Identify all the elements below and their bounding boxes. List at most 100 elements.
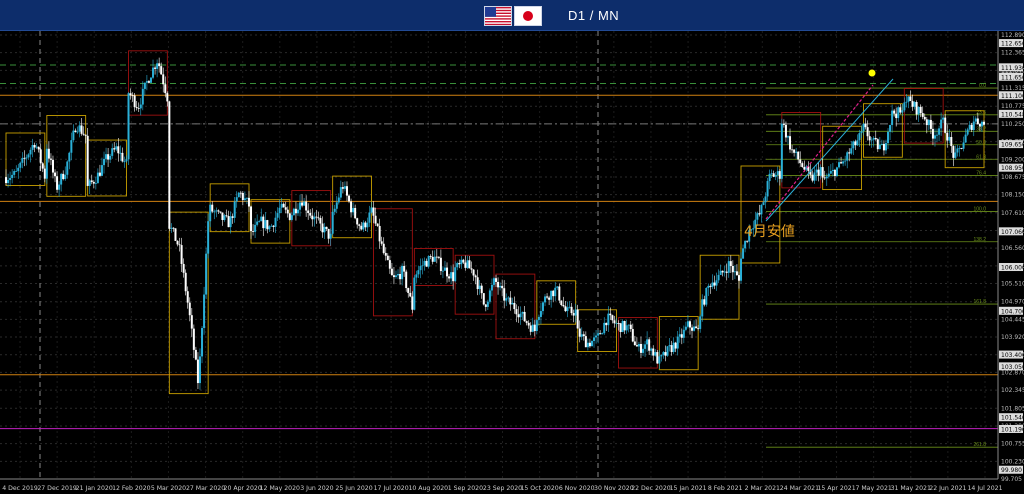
candle-body <box>831 169 834 172</box>
candle-body <box>721 270 724 273</box>
candle-body <box>141 88 144 105</box>
candle-body <box>376 223 379 226</box>
candle-body <box>719 270 722 275</box>
candle-body <box>358 224 361 226</box>
candle-body <box>313 216 316 220</box>
candle-body <box>429 256 432 257</box>
price-tick-label: 103.920 <box>1001 334 1024 341</box>
candle-body <box>815 169 818 173</box>
candle-body <box>527 322 530 326</box>
price-tag: 109.650 <box>999 140 1024 149</box>
price-tick-label: 107.610 <box>1001 210 1024 217</box>
candle-body <box>86 135 89 186</box>
candle-body <box>691 327 694 331</box>
candle-body <box>309 213 312 216</box>
candle-body <box>156 63 159 69</box>
candle-body <box>392 275 395 278</box>
candle-body <box>521 311 524 314</box>
candle-body <box>262 216 265 229</box>
candle-body <box>662 352 665 355</box>
candle-body <box>982 121 985 125</box>
candle-body <box>605 322 608 326</box>
fib-label: 61.8 <box>976 154 986 160</box>
candle-body <box>852 141 855 149</box>
candle-body <box>923 116 926 120</box>
candle-body <box>768 173 771 182</box>
time-tick-label: 2 Mar 2021 <box>745 485 780 492</box>
candle-body <box>178 244 181 246</box>
price-tick-label: 104.445 <box>1001 316 1024 323</box>
time-tick-label: 25 Jun 2020 <box>335 485 372 492</box>
candle-body <box>378 225 381 242</box>
candle-body <box>770 173 773 175</box>
price-tag-label: 111.650 <box>1001 74 1024 81</box>
candle-body <box>927 119 930 126</box>
candle-body <box>584 336 587 348</box>
candle-body <box>366 222 369 228</box>
candle-body <box>933 135 936 139</box>
candle-body <box>929 119 932 129</box>
candle-body <box>868 136 871 141</box>
candle-body <box>766 181 769 197</box>
candle-body <box>844 160 847 162</box>
price-tag-label: 103.050 <box>1001 364 1024 371</box>
candle-body <box>801 163 804 167</box>
price-chart[interactable]: 0.023.638.250.061.876.4100.0138.2161.826… <box>0 31 1024 494</box>
candle-body <box>501 285 504 289</box>
candle-body <box>840 162 843 164</box>
candle-body <box>699 316 702 329</box>
candle-body <box>917 106 920 115</box>
candle-body <box>954 152 957 158</box>
candle-body <box>472 269 475 276</box>
fib-label: 38.2 <box>976 126 986 132</box>
candle-body <box>670 345 673 353</box>
price-tick-label: 101.805 <box>1001 405 1024 412</box>
candle-body <box>437 256 440 258</box>
price-tick-label: 100.230 <box>1001 458 1024 465</box>
candle-body <box>305 201 308 211</box>
candle-body <box>729 261 732 266</box>
candle-body <box>556 286 559 288</box>
candle-body <box>466 260 469 268</box>
candle-body <box>299 202 302 210</box>
candle-body <box>733 271 736 273</box>
candle-body <box>966 129 969 135</box>
candle-body <box>550 290 553 300</box>
candle-body <box>488 290 491 302</box>
candle-body <box>495 278 498 282</box>
candle-body <box>899 107 902 113</box>
candle-body <box>713 282 716 286</box>
candle-body <box>439 257 442 272</box>
candle-body <box>380 241 383 244</box>
candle-body <box>72 130 75 141</box>
candle-body <box>486 301 489 307</box>
candle-body <box>266 220 269 230</box>
candle-body <box>292 208 295 216</box>
candle-body <box>109 155 112 160</box>
candle-body <box>631 329 634 342</box>
candle-body <box>243 198 246 201</box>
price-tag: 108.950 <box>999 163 1024 172</box>
candle-body <box>644 344 647 349</box>
candle-body <box>388 260 391 269</box>
candle-body <box>860 131 863 134</box>
candle-body <box>674 342 677 349</box>
candle-body <box>541 302 544 312</box>
candle-body <box>668 345 671 347</box>
candle-body <box>554 287 557 297</box>
price-tick-label: 104.970 <box>1001 299 1024 306</box>
price-tag-label: 108.950 <box>1001 165 1024 172</box>
candle-body <box>446 267 449 277</box>
candle-body <box>51 159 54 173</box>
candle-body <box>717 274 720 281</box>
candle-body <box>272 225 275 227</box>
candle-body <box>425 260 428 267</box>
candle-body <box>229 216 232 228</box>
candle-body <box>654 352 657 356</box>
candle-body <box>125 159 128 162</box>
candle-body <box>742 248 745 259</box>
time-tick-label: 15 Jan 2021 <box>670 485 707 492</box>
candle-body <box>286 209 289 214</box>
candle-body <box>872 137 875 140</box>
candle-body <box>656 352 659 364</box>
